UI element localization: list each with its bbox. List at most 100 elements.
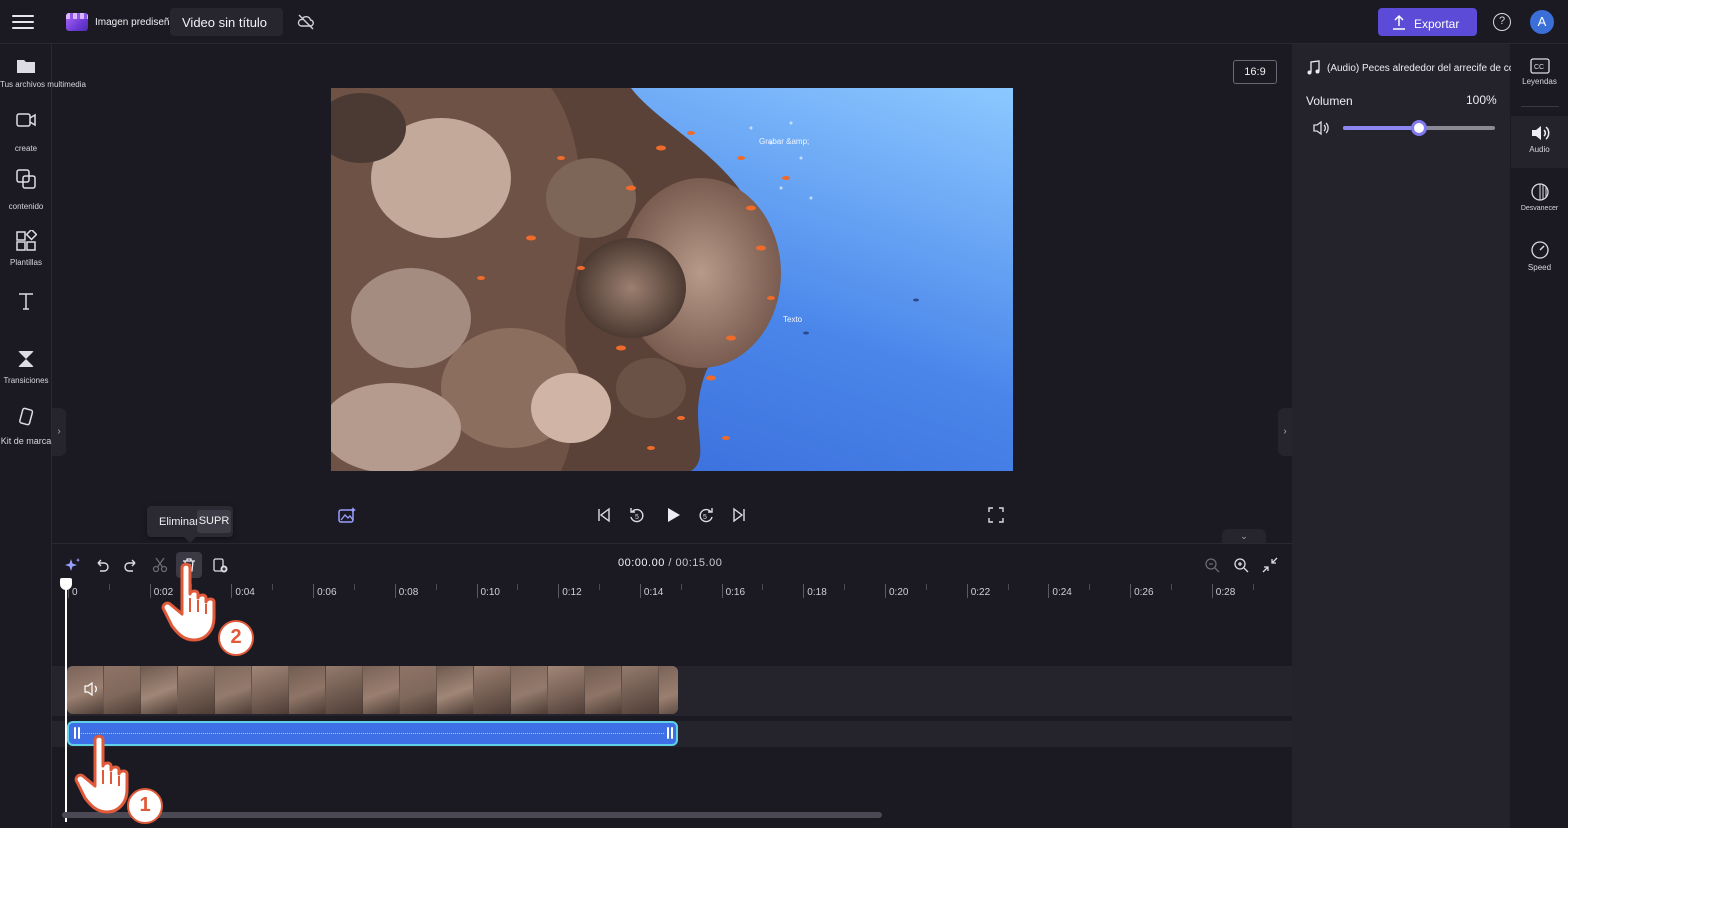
ruler-major-tick xyxy=(966,584,968,598)
speaker-icon[interactable] xyxy=(1312,120,1330,136)
pointer-hand-icon xyxy=(161,562,216,642)
current-time: 00:00.00 xyxy=(618,557,665,569)
audio-clip-end-handle[interactable] xyxy=(666,726,674,741)
captions-icon: CC xyxy=(1529,58,1550,74)
timeline-scrollbar[interactable] xyxy=(62,812,882,818)
video-clip[interactable] xyxy=(67,666,678,714)
svg-text:CC: CC xyxy=(1534,64,1544,71)
speaker-icon[interactable] xyxy=(84,682,100,696)
ruler-tick-label: 0 xyxy=(72,587,78,598)
magic-background-icon[interactable] xyxy=(337,506,357,524)
ruler-minor-tick xyxy=(762,584,764,590)
tooltip-arrow xyxy=(184,537,196,543)
ruler-tick-label: 0:08 xyxy=(398,587,419,598)
time-readout: 00:00.00 / 00:15.00 xyxy=(618,557,722,569)
ruler-tick-label: 0:06 xyxy=(317,587,337,598)
upload-icon xyxy=(1393,14,1405,30)
ruler-tick-label: 0:12 xyxy=(562,587,582,598)
zoom-in-button[interactable] xyxy=(1228,552,1254,578)
collapse-timeline-button[interactable]: ⌄ xyxy=(1222,529,1266,543)
cloud-off-icon[interactable] xyxy=(296,12,316,32)
time-ruler[interactable]: 0 0:02 0:04 0:06 0:08 0:10 0:12 0:14 0:16 0:18 0:2… xyxy=(52,582,1292,606)
video-preview[interactable] xyxy=(331,88,1013,471)
sidebar-item-templates[interactable]: Plantillas xyxy=(0,230,52,267)
volume-slider[interactable] xyxy=(1343,120,1495,136)
volume-value: 100% xyxy=(1466,93,1497,107)
audio-clip[interactable] xyxy=(67,721,678,746)
tab-fade[interactable]: Desvanecer xyxy=(1511,182,1568,232)
export-label: Exportar xyxy=(1414,17,1460,31)
rewind-5-icon[interactable]: 5 xyxy=(628,506,646,524)
clip-thumbnail xyxy=(363,666,400,714)
ruler-tick-label: 0:04 xyxy=(235,587,255,598)
page-margin-bottom xyxy=(0,828,1728,913)
ruler-tick-label: 0:22 xyxy=(970,587,991,598)
clip-thumbnail xyxy=(585,666,622,714)
sidebar-item-media[interactable]: Tus archivos multimedia xyxy=(0,56,86,89)
ruler-major-tick xyxy=(476,584,478,598)
ruler-major-tick xyxy=(639,584,641,598)
zoom-out-button[interactable] xyxy=(1199,552,1225,578)
redo-icon xyxy=(124,559,136,572)
sidebar-item-create[interactable]: create xyxy=(0,110,52,153)
ruler-minor-tick xyxy=(925,584,927,590)
clip-thumbnail xyxy=(474,666,511,714)
skip-start-icon[interactable] xyxy=(596,507,612,523)
audio-waveform-line xyxy=(81,733,664,734)
volume-slider-thumb[interactable] xyxy=(1411,120,1427,136)
export-button[interactable]: Exportar xyxy=(1378,8,1477,36)
clip-thumbnail xyxy=(289,666,326,714)
ruler-minor-tick xyxy=(1089,584,1091,590)
sidebar-item-label: create xyxy=(14,144,38,153)
clipchamp-logo xyxy=(66,13,88,31)
tab-captions[interactable]: CC Leyendas xyxy=(1511,58,1568,106)
tab-audio[interactable]: Audio xyxy=(1511,116,1568,168)
speaker-icon xyxy=(1531,126,1549,140)
clip-thumbnail xyxy=(548,666,585,714)
sidebar-item-content[interactable]: contenido xyxy=(0,168,52,211)
fit-timeline-button[interactable] xyxy=(1257,552,1283,578)
forward-5-icon[interactable]: 5 xyxy=(697,506,715,524)
playhead[interactable] xyxy=(65,582,67,822)
aspect-ratio-button[interactable]: 16:9 xyxy=(1233,60,1277,84)
ruler-tick-label: 0:10 xyxy=(480,587,500,598)
clipchamp-editor: Imagen prediseñada Video sin título Expo… xyxy=(0,0,1568,828)
ruler-major-tick xyxy=(313,584,315,598)
overlay-text[interactable]: Grabar &amp; xyxy=(759,137,809,146)
volume-slider-fill xyxy=(1343,126,1419,130)
skip-end-icon[interactable] xyxy=(731,507,747,523)
expand-left-panel-button[interactable]: › xyxy=(52,408,66,456)
project-title-input[interactable]: Video sin título xyxy=(170,8,283,36)
help-icon[interactable]: ? xyxy=(1493,13,1511,31)
menu-icon[interactable] xyxy=(12,12,34,32)
undo-button[interactable] xyxy=(89,552,115,578)
overlay-text[interactable]: Texto xyxy=(783,315,802,324)
sidebar-item-brand-kit[interactable]: Kit de marca xyxy=(0,406,52,446)
ruler-minor-tick xyxy=(517,584,519,590)
ruler-minor-tick xyxy=(680,584,682,590)
ruler-tick-label: 0:28 xyxy=(1215,587,1236,598)
ruler-minor-tick xyxy=(108,584,110,590)
sidebar-item-text[interactable] xyxy=(0,290,52,312)
sidebar-item-transitions[interactable]: Transiciones xyxy=(0,348,52,385)
tab-speed[interactable]: Speed xyxy=(1511,240,1568,290)
text-icon xyxy=(19,293,33,310)
play-icon[interactable] xyxy=(663,505,683,525)
fade-icon xyxy=(1530,183,1549,201)
sidebar-item-label: Transiciones xyxy=(3,376,49,385)
clip-thumbnail xyxy=(178,666,215,714)
folder-icon xyxy=(17,60,35,73)
ruler-minor-tick xyxy=(272,584,274,590)
fullscreen-icon[interactable] xyxy=(988,507,1004,523)
tab-label: Audio xyxy=(1529,145,1550,154)
ai-magic-button[interactable] xyxy=(60,552,86,578)
ruler-tick-label: 0:14 xyxy=(643,587,664,598)
ruler-minor-tick xyxy=(435,584,437,590)
redo-button[interactable] xyxy=(118,552,144,578)
page-margin-right xyxy=(1568,0,1728,913)
transitions-icon xyxy=(18,351,34,367)
clip-thumbnail xyxy=(215,666,252,714)
avatar[interactable]: A xyxy=(1530,10,1554,34)
top-bar: Imagen prediseñada Video sin título Expo… xyxy=(0,0,1568,44)
expand-right-panel-button[interactable]: › xyxy=(1278,408,1292,456)
